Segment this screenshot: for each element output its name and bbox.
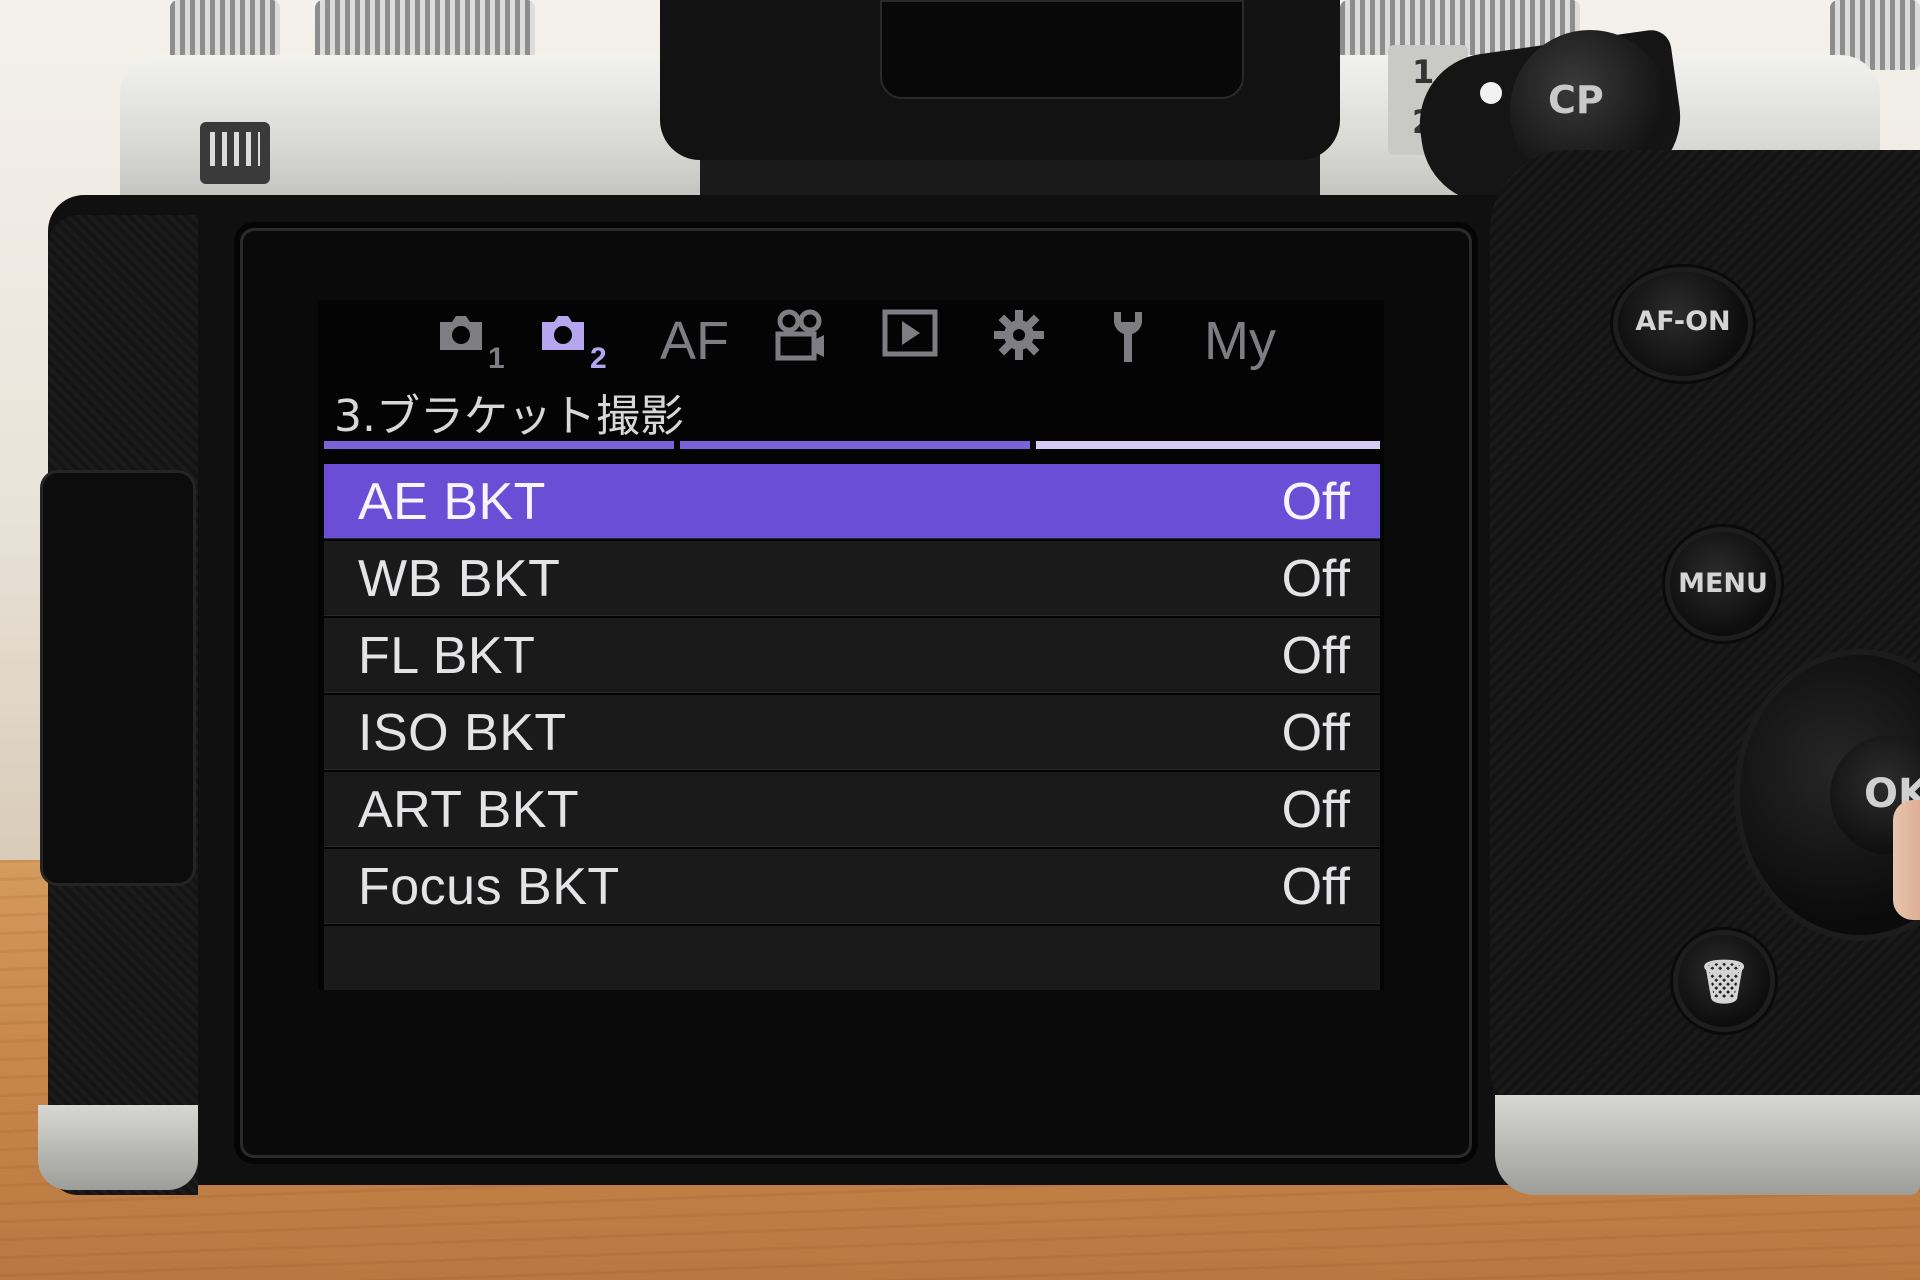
cp-indicator-dot: [1480, 82, 1502, 104]
page-title: 3.ブラケット撮影: [334, 391, 684, 442]
bottom-left-trim: [38, 1105, 198, 1190]
menu-item-focus-bkt[interactable]: Focus BKT Off: [324, 849, 1380, 924]
user-finger: [1893, 800, 1920, 920]
menu-item-fl-bkt[interactable]: FL BKT Off: [324, 618, 1380, 693]
menu-item-label: AE BKT: [358, 473, 546, 531]
play-icon: [882, 309, 938, 357]
menu-item-art-bkt[interactable]: ART BKT Off: [324, 772, 1380, 847]
tab-shooting-2[interactable]: 2: [538, 300, 628, 384]
menu-item-value: Off: [1281, 781, 1350, 839]
tab-shooting-2-number: 2: [590, 342, 607, 375]
wrench-icon: [1114, 312, 1142, 362]
page-indicator-segment-3: [1036, 441, 1380, 449]
menu-label: MENU: [1678, 568, 1768, 599]
menu-empty-row: [324, 926, 1380, 990]
tab-af[interactable]: AF: [660, 300, 730, 384]
delete-button[interactable]: 🗑: [1678, 935, 1770, 1027]
camera-icon: [440, 316, 482, 350]
tab-my-menu[interactable]: My: [1204, 300, 1294, 384]
trash-icon: 🗑: [1697, 957, 1751, 1006]
menu-item-value: Off: [1281, 704, 1350, 762]
bottom-right-trim: [1495, 1095, 1920, 1195]
cp-button-label: CP: [1548, 78, 1604, 122]
menu-item-label: FL BKT: [358, 627, 536, 685]
tab-custom[interactable]: [992, 300, 1052, 384]
tab-setup[interactable]: [1108, 300, 1158, 384]
tab-playback[interactable]: [882, 300, 942, 384]
menu-item-label: Focus BKT: [358, 858, 620, 916]
tab-shooting-1-number: 1: [488, 342, 505, 375]
menu-item-label: WB BKT: [358, 550, 561, 608]
menu-item-wb-bkt[interactable]: WB BKT Off: [324, 541, 1380, 616]
af-on-label: AF-ON: [1635, 306, 1731, 337]
page-indicator-segment-2: [680, 441, 1030, 449]
camera-icon: [542, 316, 584, 350]
menu-button[interactable]: MENU: [1670, 532, 1776, 636]
menu-item-ae-bkt[interactable]: AE BKT Off: [324, 464, 1380, 539]
evf-eyepiece-icon: [880, 0, 1244, 99]
screen-hinge: [40, 470, 196, 886]
menu-item-value: Off: [1281, 858, 1350, 916]
menu-item-value: Off: [1281, 550, 1350, 608]
menu-item-value: Off: [1281, 627, 1350, 685]
tab-af-label: AF: [660, 311, 730, 371]
menu-item-label: ART BKT: [358, 781, 580, 839]
page-indicator: [324, 441, 1380, 449]
tab-my-label: My: [1204, 311, 1276, 371]
lcd-screen: 1 2 AF My 3.ブラケット撮影 AE BKT Off WB BKT Of…: [318, 300, 1384, 990]
gear-icon: [994, 310, 1044, 360]
af-on-button[interactable]: AF-ON: [1618, 272, 1748, 376]
page-indicator-segment-1: [324, 441, 674, 449]
menu-item-value: Off: [1281, 473, 1350, 531]
menu-tab-bar: 1 2 AF My: [318, 300, 1384, 384]
tab-video[interactable]: [772, 300, 832, 384]
micro-four-thirds-logo: [200, 122, 270, 184]
bracketing-menu-list: AE BKT Off WB BKT Off FL BKT Off ISO BKT…: [324, 464, 1380, 990]
video-icon: [775, 309, 824, 361]
menu-item-label: ISO BKT: [358, 704, 567, 762]
menu-item-iso-bkt[interactable]: ISO BKT Off: [324, 695, 1380, 770]
tab-shooting-1[interactable]: 1: [436, 300, 526, 384]
